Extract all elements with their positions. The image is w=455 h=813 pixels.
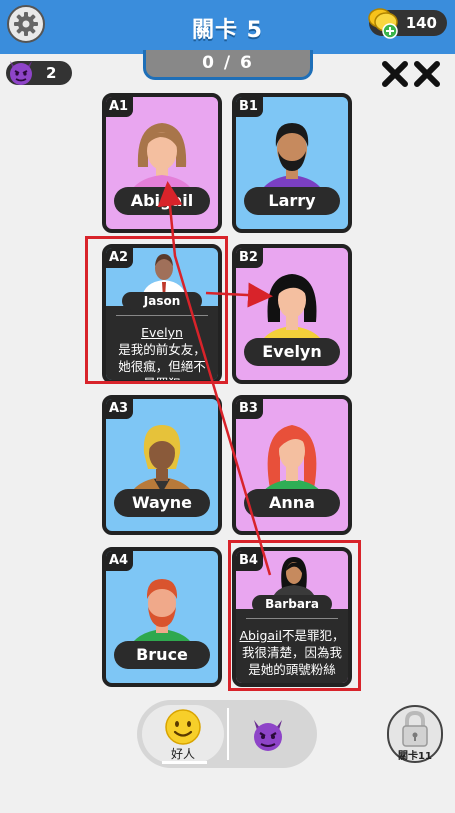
- good-person-button[interactable]: 好人: [142, 705, 224, 764]
- card-b3[interactable]: B3 Anna: [232, 395, 352, 535]
- card-id-label: A3: [106, 399, 134, 419]
- coin-stack-icon[interactable]: [366, 5, 400, 39]
- card-id-label: B2: [236, 248, 263, 268]
- card-name: Abigail: [114, 187, 210, 215]
- coin-count: 140: [405, 14, 437, 32]
- smiley-face-icon: [165, 709, 201, 745]
- card-name: Bruce: [114, 641, 210, 669]
- progress-indicator: 0 / 6: [143, 50, 313, 80]
- card-a1[interactable]: A1 Abigail: [102, 93, 222, 233]
- highlight-box-a2: [85, 236, 228, 384]
- card-id-label: A4: [106, 551, 134, 571]
- next-level-label: 關卡11: [398, 751, 432, 762]
- card-id-label: B3: [236, 399, 263, 419]
- card-id-label: B1: [236, 97, 263, 117]
- good-person-label: 好人: [170, 747, 195, 761]
- highlight-box-b4: [228, 540, 361, 691]
- annotation-arrows: [157, 181, 273, 576]
- demon-face-icon[interactable]: [249, 716, 287, 754]
- card-name: Wayne: [114, 489, 210, 517]
- card-id-label: A1: [106, 97, 134, 117]
- card-name: Larry: [244, 187, 340, 215]
- card-b1[interactable]: B1 Larry: [232, 93, 352, 233]
- role-toggle[interactable]: 好人: [137, 700, 317, 768]
- strikes-indicator: [382, 61, 440, 87]
- demon-face-icon: [10, 61, 32, 85]
- selected-indicator: [162, 761, 207, 764]
- lock-icon: [402, 710, 428, 747]
- toggle-divider: [227, 708, 229, 760]
- card-b2[interactable]: B2 Evelyn: [232, 244, 352, 384]
- next-level-lock-button[interactable]: 關卡11: [387, 705, 443, 763]
- card-name: Evelyn: [244, 338, 340, 366]
- card-a4[interactable]: A4 Bruce: [102, 547, 222, 687]
- card-a3[interactable]: A3 Wayne: [102, 395, 222, 535]
- top-bar: 關卡 5 140: [0, 0, 455, 54]
- card-name: Anna: [244, 489, 340, 517]
